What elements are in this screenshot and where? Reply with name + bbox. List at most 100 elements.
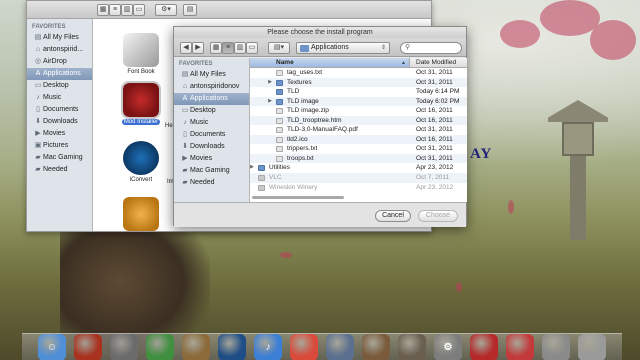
sidebar-item-mac-gaming[interactable]: ▰ Mac Gaming xyxy=(27,152,92,164)
sidebar-item-documents[interactable]: ▯ Documents xyxy=(174,129,249,141)
sidebar-item-music[interactable]: ♪ Music xyxy=(27,92,92,104)
scroll-thumb[interactable] xyxy=(252,196,344,199)
share-button[interactable]: ▤ xyxy=(183,4,197,16)
column-header-name[interactable]: Name ▲ xyxy=(250,58,410,67)
list-item[interactable]: ▶ TLD image Today 6:02 PM xyxy=(250,96,467,107)
column-view-button[interactable]: ▥ xyxy=(234,42,246,54)
list-item[interactable]: troops.txt Oct 31, 2011 xyxy=(250,153,467,164)
coverflow-view-button[interactable]: ▭ xyxy=(246,42,258,54)
document-icon xyxy=(276,136,283,143)
coverflow-view-button[interactable]: ▭ xyxy=(133,4,145,16)
list-item[interactable]: TLD image.zip Oct 16, 2011 xyxy=(250,106,467,116)
list-item[interactable]: ▶ Utilities Apr 23, 2012 xyxy=(250,163,467,173)
dock-item-finder[interactable]: ☺ xyxy=(38,334,66,360)
dock-item-trash[interactable] xyxy=(578,334,606,360)
sidebar-item-documents[interactable]: ▯ Documents xyxy=(27,104,92,116)
dock-item-final-cut[interactable] xyxy=(182,334,210,360)
sidebar-item-needed[interactable]: ▰ Needed xyxy=(174,177,249,189)
location-popup[interactable]: Applications ⇕ xyxy=(296,42,390,54)
all-files-icon: ▤ xyxy=(181,71,189,78)
disclosure-triangle-icon[interactable]: ▶ xyxy=(250,163,256,173)
dock-item-photo-app[interactable] xyxy=(74,334,102,360)
app-label: Mod Installer xyxy=(121,119,161,125)
list-item[interactable]: TLD-3.0-ManualFAQ.pdf Oct 31, 2011 xyxy=(250,125,467,135)
dock-item-mod-installer[interactable] xyxy=(506,334,534,360)
dock-item-film-app[interactable] xyxy=(110,334,138,360)
sidebar-item-airdrop[interactable]: ◎ AirDrop xyxy=(27,56,92,68)
music-icon: ♪ xyxy=(183,119,187,126)
sidebar-item-desktop[interactable]: ▭ Desktop xyxy=(174,105,249,117)
sidebar-item-label: Movies xyxy=(43,130,66,137)
sidebar-item-desktop[interactable]: ▭ Desktop xyxy=(27,80,92,92)
list-item[interactable]: tld2.ico Oct 16, 2011 xyxy=(250,134,467,145)
file-list[interactable]: Name ▲ Date Modified tag_uses.txt Oct 31,… xyxy=(250,58,467,202)
sidebar-item-pictures[interactable]: ▣ Pictures xyxy=(27,140,92,152)
finder-sidebar: FAVORITES ▤ All My Files ⌂ antonspirid... ◎ A… xyxy=(27,19,93,231)
dock-item-quicktime[interactable] xyxy=(326,334,354,360)
sidebar-item-movies[interactable]: ▶ Movies xyxy=(174,153,249,165)
back-button[interactable]: ◀ xyxy=(180,42,192,54)
applications-icon: A xyxy=(35,70,41,77)
app-tile-installer[interactable] xyxy=(111,197,171,231)
arrange-button[interactable]: ▤▾ xyxy=(268,42,290,54)
folder-icon xyxy=(258,165,265,172)
sidebar-item-applications[interactable]: A Applications xyxy=(174,93,249,105)
file-rows: tag_uses.txt Oct 31, 2011 ▶ Textures Oct 31,… xyxy=(250,68,467,192)
list-item[interactable]: TLD_trooptree.htm Oct 16, 2011 xyxy=(250,115,467,126)
dock-item-steam[interactable] xyxy=(218,334,246,360)
sidebar-item-downloads[interactable]: ⬇ Downloads xyxy=(27,116,92,128)
sidebar-item-music[interactable]: ♪ Music xyxy=(174,117,249,129)
sidebar-item-antonspiridonov[interactable]: ⌂ antonspiridonov xyxy=(174,81,249,93)
cherry-blossom-petal xyxy=(456,282,462,292)
app-tile-font-book[interactable]: Font Book xyxy=(111,33,171,75)
cancel-button[interactable]: Cancel xyxy=(375,210,411,222)
choose-button[interactable]: Choose xyxy=(418,210,458,222)
sidebar-item-antonspirid[interactable]: ⌂ antonspirid... xyxy=(27,44,92,56)
list-item[interactable]: ▶ Textures Oct 31, 2011 xyxy=(250,77,467,88)
sidebar-item-downloads[interactable]: ⬇ Downloads xyxy=(174,141,249,153)
document-icon xyxy=(276,146,283,153)
sidebar-heading: FAVORITES xyxy=(32,24,66,30)
sidebar-item-mac-gaming[interactable]: ▰ Mac Gaming xyxy=(174,165,249,177)
list-item[interactable]: TLD Today 6:14 PM xyxy=(250,87,467,97)
search-field[interactable]: ⚲ xyxy=(400,42,462,54)
file-name: TLD-3.0-ManualFAQ.pdf xyxy=(287,126,358,134)
dock-item-app-15[interactable] xyxy=(542,334,570,360)
choose-install-program-dialog[interactable]: Please choose the install program ◀ ▶ ▦ … xyxy=(173,26,467,227)
sidebar-item-all-my-files[interactable]: ▤ All My Files xyxy=(27,32,92,44)
dock-item-itunes[interactable]: ♪ xyxy=(254,334,282,360)
dock-item-chrome[interactable] xyxy=(290,334,318,360)
icon-view-button[interactable]: ▦ xyxy=(210,42,222,54)
app-tile-mod-installer[interactable]: Mod Installer xyxy=(111,81,171,125)
sidebar-item-applications[interactable]: A Applications xyxy=(27,68,92,80)
file-name: TLD image xyxy=(287,97,319,105)
dock-item-photos-stack[interactable] xyxy=(398,334,426,360)
file-name: VLC xyxy=(269,174,282,182)
dock-item-time-app[interactable] xyxy=(146,334,174,360)
list-item[interactable]: Wineskin Winery Apr 23, 2012 xyxy=(250,183,467,193)
dock-item-system-preferences[interactable]: ⚙ xyxy=(434,334,462,360)
action-gear-button[interactable]: ⚙▾ xyxy=(155,4,177,16)
forward-button[interactable]: ▶ xyxy=(192,42,204,54)
preview-icon xyxy=(362,334,390,360)
wallpaper-overlay-text: AY xyxy=(470,146,493,162)
disclosure-triangle-icon[interactable]: ▶ xyxy=(266,97,274,107)
disclosure-triangle-icon[interactable]: ▶ xyxy=(266,78,274,88)
list-item[interactable]: tag_uses.txt Oct 31, 2011 xyxy=(250,68,467,78)
horizontal-scrollbar[interactable] xyxy=(250,195,460,200)
sidebar-item-movies[interactable]: ▶ Movies xyxy=(27,128,92,140)
column-view-button[interactable]: ▥ xyxy=(121,4,133,16)
sidebar-item-all-my-files[interactable]: ▤ All My Files xyxy=(174,69,249,81)
list-item[interactable]: VLC Oct 7, 2011 xyxy=(250,173,467,183)
sidebar-item-needed[interactable]: ▰ Needed xyxy=(27,164,92,176)
list-view-button[interactable]: ≡ xyxy=(222,42,234,54)
app-tile-iconvert[interactable]: iConvert xyxy=(111,141,171,183)
dock-item-wineskin-red[interactable] xyxy=(470,334,498,360)
dock-item-preview[interactable] xyxy=(362,334,390,360)
column-header-date[interactable]: Date Modified xyxy=(416,58,456,68)
sidebar-item-label: Movies xyxy=(190,155,213,162)
icon-view-button[interactable]: ▦ xyxy=(97,4,109,16)
list-view-button[interactable]: ≡ xyxy=(109,4,121,16)
list-item[interactable]: trippers.txt Oct 31, 2011 xyxy=(250,144,467,154)
iconvert-icon xyxy=(123,141,159,175)
